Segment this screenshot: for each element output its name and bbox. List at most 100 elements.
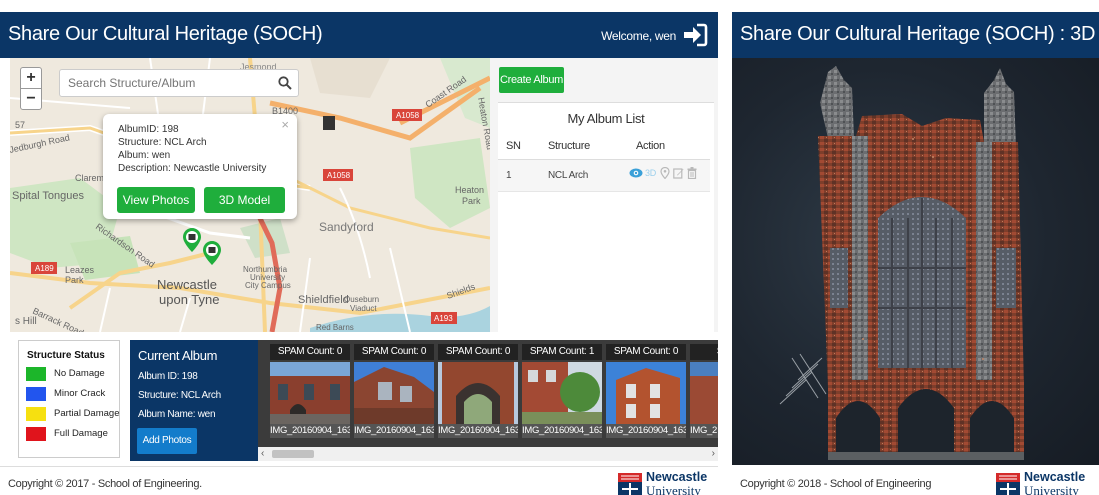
photo-item[interactable]: SPAM Count: 0 IMG_20160904_163511: [606, 344, 686, 440]
photo-item[interactable]: SPAM IMG_2: [690, 344, 718, 440]
spam-count: SPAM Count: 0: [270, 344, 350, 360]
university-logo: Newcastle University: [618, 471, 718, 495]
viewer-copyright-text: Copyright © 2018 - School of Engineering: [740, 478, 932, 490]
edit-icon[interactable]: [673, 167, 684, 179]
popup-close-button[interactable]: ×: [281, 117, 289, 132]
point-cloud-model[interactable]: [732, 58, 1099, 465]
svg-text:Newcastle: Newcastle: [157, 277, 217, 292]
current-album-id: Album ID: 198: [138, 371, 198, 382]
svg-text:Sandyford: Sandyford: [319, 220, 374, 234]
scroll-right-arrow-icon[interactable]: ›: [712, 447, 715, 461]
shield-icon: [618, 473, 642, 495]
svg-text:Red Barns: Red Barns: [316, 323, 354, 332]
photo-filename: IMG_20160904_163653: [270, 424, 350, 438]
spam-count: SPAM: [690, 344, 718, 360]
logo-word-2: University: [646, 483, 701, 495]
current-album-structure: Structure: NCL Arch: [138, 390, 221, 401]
photo-filename: IMG_2: [690, 424, 718, 438]
photo-thumbnail[interactable]: [522, 362, 602, 424]
album-list: My Album List SN Structure Action 1 NCL …: [498, 102, 714, 332]
photo-thumbnail[interactable]: [606, 362, 686, 424]
search-icon[interactable]: [278, 76, 292, 90]
scroll-left-arrow-icon[interactable]: ‹: [261, 447, 264, 461]
map-search-input[interactable]: [60, 70, 260, 96]
3d-model-button[interactable]: 3D Model: [204, 187, 285, 213]
delete-trash-icon[interactable]: [687, 167, 697, 179]
popup-album: Album: wen: [118, 150, 171, 161]
svg-text:Spital Tongues: Spital Tongues: [12, 190, 84, 202]
spam-count: SPAM Count: 1: [522, 344, 602, 360]
photo-filename: IMG_20160904_163357: [438, 424, 518, 438]
welcome-text: Welcome, wen: [601, 29, 676, 43]
logout-icon[interactable]: [682, 22, 708, 48]
map-marker-icon[interactable]: [183, 228, 201, 252]
view-3d-button[interactable]: 3D: [645, 167, 656, 179]
status-swatch: [26, 427, 46, 441]
photo-item[interactable]: SPAM Count: 0 IMG_20160904_163653: [270, 344, 350, 440]
app-title: Share Our Cultural Heritage (SOCH): [8, 23, 323, 45]
svg-text:A189: A189: [35, 264, 54, 273]
viewer-university-logo: Newcastle University: [996, 471, 1096, 495]
row-structure: NCL Arch: [548, 170, 589, 181]
popup-description: Description: Newcastle University: [118, 163, 267, 174]
structure-status-title: Structure Status: [27, 350, 105, 361]
viewer-header: Share Our Cultural Heritage (SOCH) : 3D …: [732, 12, 1099, 58]
status-label: No Damage: [54, 368, 105, 379]
3d-model-viewport[interactable]: [732, 58, 1099, 465]
column-header-sn: SN: [506, 140, 521, 152]
svg-text:s Hill: s Hill: [15, 316, 37, 327]
view-photos-button[interactable]: View Photos: [117, 187, 195, 213]
view-eye-icon[interactable]: [629, 167, 643, 179]
svg-text:upon Tyne: upon Tyne: [159, 292, 219, 307]
add-photos-button[interactable]: Add Photos: [137, 428, 197, 454]
photo-item[interactable]: SPAM Count: 0 IMG_20160904_163315: [354, 344, 434, 440]
soch-3d-viewer-window: Share Our Cultural Heritage (SOCH) : 3D …: [732, 0, 1099, 495]
spam-count: SPAM Count: 0: [438, 344, 518, 360]
svg-text:Shieldfield: Shieldfield: [298, 294, 349, 306]
photo-thumbnail[interactable]: [354, 362, 434, 424]
popup-album-id: AlbumID: 198: [118, 124, 179, 135]
photo-thumbnail[interactable]: [690, 362, 718, 424]
column-header-action: Action: [636, 140, 665, 152]
svg-text:City Campus: City Campus: [245, 281, 291, 290]
location-pin-icon[interactable]: [660, 167, 670, 179]
copyright-text: Copyright © 2017 - School of Engineering…: [8, 478, 202, 490]
row-sn: 1: [506, 170, 512, 181]
map-view[interactable]: Jesmond B1400 57 Jedburgh Road Claremont…: [10, 58, 490, 332]
logo-word-2: University: [1024, 483, 1079, 495]
current-album-panel: Current Album Album ID: 198 Structure: N…: [130, 340, 258, 461]
map-search-box: [59, 69, 299, 97]
popup-structure: Structure: NCL Arch: [118, 137, 207, 148]
photo-item[interactable]: SPAM Count: 0 IMG_20160904_163357: [438, 344, 518, 440]
svg-text:Park: Park: [462, 196, 481, 206]
photo-item[interactable]: SPAM Count: 1 IMG_20160904_163437: [522, 344, 602, 440]
horizontal-scrollbar[interactable]: ‹ ›: [258, 447, 718, 461]
status-swatch: [26, 407, 46, 421]
spam-count: SPAM Count: 0: [354, 344, 434, 360]
app-header: Share Our Cultural Heritage (SOCH) Welco…: [0, 12, 718, 58]
svg-text:A1058: A1058: [327, 171, 351, 180]
create-album-button[interactable]: Create Album: [499, 67, 564, 93]
status-swatch: [26, 387, 46, 401]
status-label: Minor Crack: [54, 388, 106, 399]
photo-filename: IMG_20160904_163511: [606, 424, 686, 438]
map-marker-icon[interactable]: [203, 241, 221, 265]
photo-thumbnail[interactable]: [270, 362, 350, 424]
svg-text:Park: Park: [65, 275, 84, 285]
footer-divider: [0, 466, 718, 467]
album-list-title: My Album List: [567, 111, 645, 126]
photo-strip: SPAM Count: 0 IMG_20160904_163653 SPAM C…: [258, 340, 718, 461]
shield-icon: [996, 473, 1020, 495]
photo-filename: IMG_20160904_163437: [522, 424, 602, 438]
current-album-title: Current Album: [138, 348, 218, 363]
zoom-out-button[interactable]: −: [20, 88, 42, 110]
svg-text:Heaton: Heaton: [455, 185, 484, 195]
structure-status-legend: Structure Status No Damage Minor Crack P…: [18, 340, 120, 458]
zoom-in-button[interactable]: +: [20, 67, 42, 89]
svg-text:57: 57: [15, 120, 25, 130]
photo-thumbnail[interactable]: [438, 362, 518, 424]
status-label: Full Damage: [54, 428, 108, 439]
status-label: Partial Damage: [54, 408, 120, 419]
scrollbar-thumb[interactable]: [272, 450, 314, 458]
svg-text:Ouseburn: Ouseburn: [344, 295, 379, 304]
